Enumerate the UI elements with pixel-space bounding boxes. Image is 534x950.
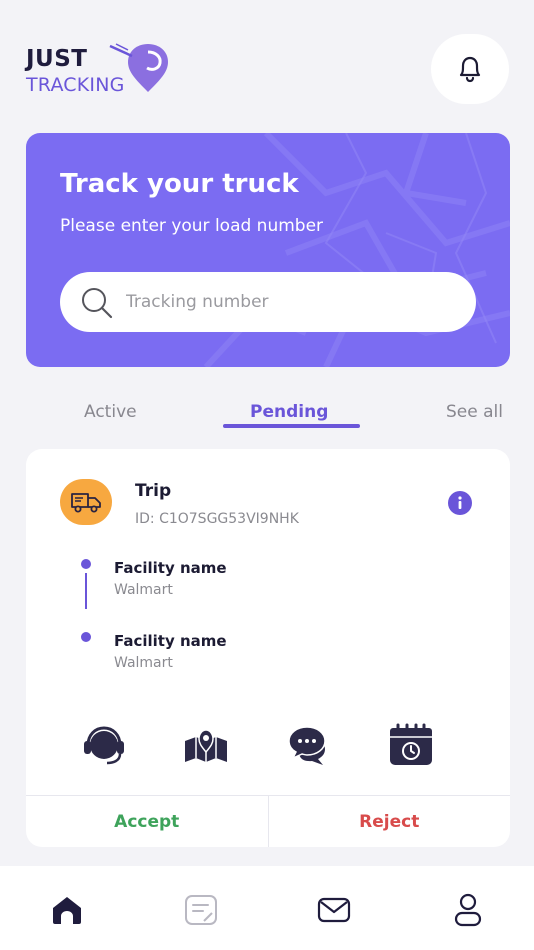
trip-title: Trip	[135, 481, 172, 501]
profile-icon	[454, 893, 482, 927]
map-icon	[185, 729, 227, 762]
nav-notes[interactable]	[171, 880, 231, 940]
notes-icon	[185, 895, 217, 925]
nav-messages[interactable]	[304, 880, 364, 940]
track-truck-card: Track your truck Please enter your load …	[26, 133, 510, 367]
search-icon	[82, 288, 113, 319]
stop-marker	[81, 632, 91, 642]
info-icon[interactable]	[447, 490, 473, 516]
calendar-clock-icon	[390, 723, 432, 765]
route-line	[85, 573, 87, 609]
map-button[interactable]	[180, 719, 232, 771]
logo-text-just: JUST	[26, 46, 88, 72]
home-icon	[53, 897, 81, 924]
bell-icon	[459, 56, 481, 83]
tab-active[interactable]: Active	[84, 402, 137, 422]
nav-home[interactable]	[37, 880, 97, 940]
stop-1-value: Walmart	[114, 582, 173, 598]
hero-title: Track your truck	[60, 169, 299, 199]
hero-subtitle: Please enter your load number	[60, 216, 324, 236]
stop-1-label: Facility name	[114, 559, 227, 577]
see-all-link[interactable]: See all	[446, 402, 503, 422]
stop-marker	[81, 559, 91, 569]
notifications-button[interactable]	[431, 34, 509, 104]
tracking-search-box[interactable]	[60, 272, 476, 332]
schedule-button[interactable]	[385, 719, 437, 771]
stop-2-label: Facility name	[114, 632, 227, 650]
support-button[interactable]	[78, 719, 130, 771]
bottom-navigation	[0, 866, 534, 950]
support-headset-icon	[84, 726, 124, 765]
tracking-number-input[interactable]	[126, 286, 456, 318]
app-logo: JUST TRACKING	[26, 40, 176, 100]
truck-icon	[71, 493, 101, 513]
trip-card: Trip ID: C1O7SGG53VI9NHK Facility name W…	[26, 449, 510, 847]
trip-actions: Accept Reject	[26, 795, 510, 847]
active-tab-indicator	[223, 424, 360, 428]
reject-button[interactable]: Reject	[269, 796, 511, 847]
location-pin-swirl-icon	[109, 43, 168, 92]
tab-pending[interactable]: Pending	[250, 402, 328, 422]
stop-2-value: Walmart	[114, 655, 173, 671]
nav-profile[interactable]	[438, 880, 498, 940]
accept-button[interactable]: Accept	[26, 796, 269, 847]
truck-badge	[60, 479, 112, 525]
trip-id: ID: C1O7SGG53VI9NHK	[135, 511, 299, 527]
chat-button[interactable]	[283, 719, 335, 771]
mail-icon	[317, 897, 351, 923]
chat-icon	[288, 726, 326, 765]
